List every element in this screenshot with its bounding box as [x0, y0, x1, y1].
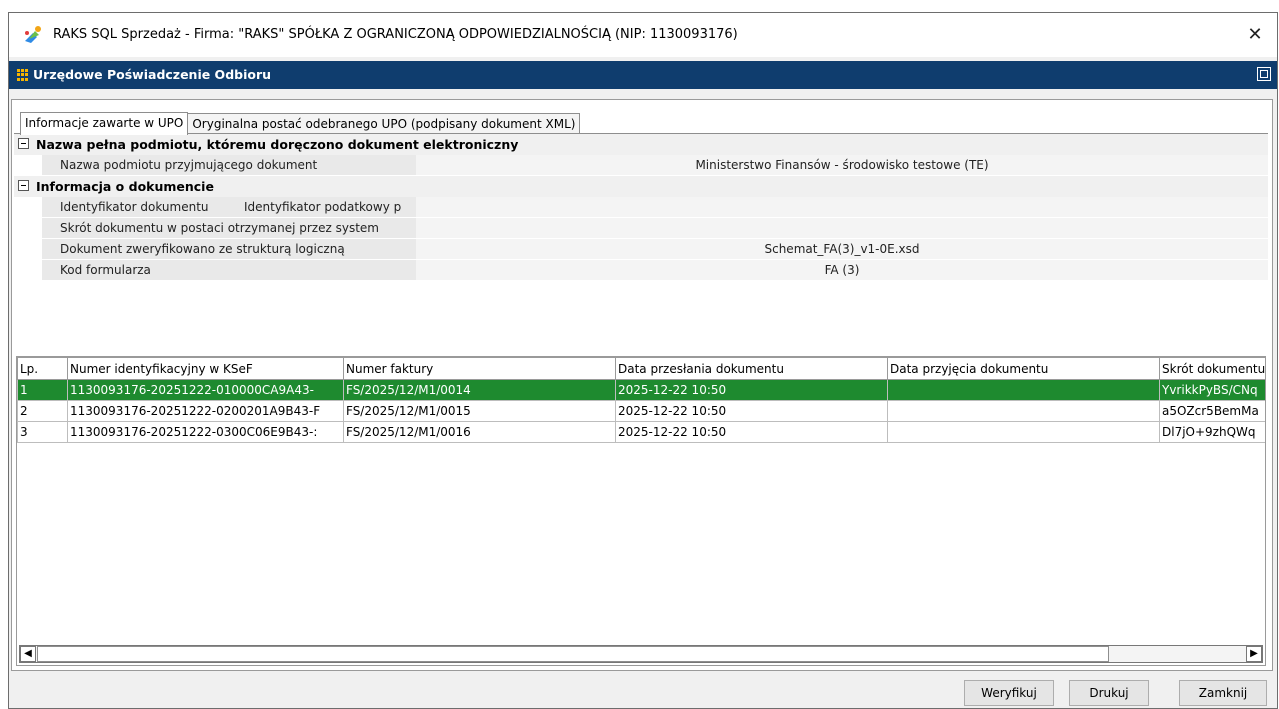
table-cell: 2: [17, 400, 68, 422]
group-title: Informacja o dokumencie: [36, 179, 214, 194]
scroll-right-icon[interactable]: ▶: [1246, 646, 1262, 662]
property-label: Skrót dokumentu w postaci otrzymanej prz…: [42, 218, 416, 238]
form-content: Informacje zawarte w UPO Oryginalna post…: [11, 99, 1273, 671]
property-value: [416, 218, 1268, 238]
table-cell: 1130093176-20251222-0300C06E9B43-:: [67, 421, 344, 443]
table-cell: [887, 379, 1160, 401]
table-cell: a5OZcr5BemMa: [1159, 400, 1265, 422]
property-label: Nazwa podmiotu przyjmującego dokument: [42, 155, 416, 175]
property-value: Schemat_FA(3)_v1-0E.xsd: [416, 239, 1268, 259]
column-header[interactable]: Numer faktury: [343, 357, 616, 380]
button-bar: Weryfikuj Drukuj Zamknij: [9, 672, 1277, 708]
app-window: RAKS SQL Sprzedaż - Firma: "RAKS" SPÓŁKA…: [8, 12, 1278, 709]
group-title: Nazwa pełna podmiotu, któremu doręczono …: [36, 137, 519, 152]
property-label: Dokument zweryfikowano ze strukturą logi…: [42, 239, 416, 259]
print-button[interactable]: Drukuj: [1069, 680, 1149, 706]
table-cell: FS/2025/12/M1/0014: [343, 379, 616, 401]
title-bar: RAKS SQL Sprzedaż - Firma: "RAKS" SPÓŁKA…: [9, 13, 1277, 57]
property-label: Identyfikator dokumentu: [42, 197, 242, 217]
collapse-icon[interactable]: [18, 180, 29, 191]
app-logo-icon: [25, 26, 41, 43]
scroll-left-icon[interactable]: ◀: [20, 646, 36, 662]
column-header[interactable]: Data przyjęcia dokumentu: [887, 357, 1160, 380]
table: Lp. Numer identyfikacyjny w KSeF Numer f…: [17, 357, 1265, 443]
tab-strip: Informacje zawarte w UPO Oryginalna post…: [20, 112, 581, 135]
restore-icon[interactable]: [1257, 67, 1271, 81]
grid-menu-icon[interactable]: [17, 69, 29, 81]
tab-original-xml[interactable]: Oryginalna postać odebranego UPO (podpis…: [188, 113, 581, 134]
group-recipient[interactable]: Nazwa pełna podmiotu, któremu doręczono …: [14, 134, 1268, 155]
table-cell: 2025-12-22 10:50: [615, 379, 888, 401]
table-cell: [887, 400, 1160, 422]
form-title: Urzędowe Poświadczenie Odbioru: [33, 67, 272, 82]
verify-button[interactable]: Weryfikuj: [964, 680, 1054, 706]
table-row[interactable]: 2 1130093176-20251222-0200201A9B43-F FS/…: [17, 400, 1265, 422]
property-grid: Nazwa pełna podmiotu, któremu doręczono …: [14, 134, 1268, 281]
documents-table: Lp. Numer identyfikacyjny w KSeF Numer f…: [16, 356, 1266, 666]
table-cell: FS/2025/12/M1/0015: [343, 400, 616, 422]
scroll-thumb[interactable]: [37, 646, 1109, 662]
property-value: [416, 197, 1268, 217]
property-row: Nazwa podmiotu przyjmującego dokument Mi…: [14, 155, 1268, 176]
tab-body: Nazwa pełna podmiotu, któremu doręczono …: [14, 133, 1268, 672]
window-title: RAKS SQL Sprzedaż - Firma: "RAKS" SPÓŁKA…: [53, 27, 738, 42]
column-header[interactable]: Lp.: [17, 357, 68, 380]
table-cell: 1130093176-20251222-010000CA9A43-: [67, 379, 344, 401]
table-row[interactable]: 1 1130093176-20251222-010000CA9A43- FS/2…: [17, 379, 1265, 401]
property-row: Dokument zweryfikowano ze strukturą logi…: [14, 239, 1268, 260]
property-label: Kod formularza: [42, 260, 416, 280]
table-row[interactable]: 3 1130093176-20251222-0300C06E9B43-: FS/…: [17, 421, 1265, 443]
property-value: Ministerstwo Finansów - środowisko testo…: [416, 155, 1268, 175]
property-value: FA (3): [416, 260, 1268, 280]
table-header-row: Lp. Numer identyfikacyjny w KSeF Numer f…: [17, 357, 1265, 380]
table-cell: 2025-12-22 10:50: [615, 421, 888, 443]
table-cell: 2025-12-22 10:50: [615, 400, 888, 422]
property-row: Skrót dokumentu w postaci otrzymanej prz…: [14, 218, 1268, 239]
table-cell: 1: [17, 379, 68, 401]
property-sublabel: Identyfikator podatkowy p: [242, 197, 416, 217]
form-header: Urzędowe Poświadczenie Odbioru: [9, 61, 1277, 89]
property-row: Kod formularza FA (3): [14, 260, 1268, 281]
group-document-info[interactable]: Informacja o dokumencie: [14, 176, 1268, 197]
close-window-icon[interactable]: ✕: [1239, 19, 1271, 51]
close-button[interactable]: Zamknij: [1179, 680, 1267, 706]
horizontal-scrollbar[interactable]: ◀ ▶: [19, 645, 1263, 663]
column-header[interactable]: Data przesłania dokumentu: [615, 357, 888, 380]
table-cell: FS/2025/12/M1/0016: [343, 421, 616, 443]
column-header[interactable]: Numer identyfikacyjny w KSeF: [67, 357, 344, 380]
column-header[interactable]: Skrót dokumentu: [1159, 357, 1265, 380]
table-cell: 1130093176-20251222-0200201A9B43-F: [67, 400, 344, 422]
table-cell: Dl7jO+9zhQWq: [1159, 421, 1265, 443]
table-cell: 3: [17, 421, 68, 443]
table-cell: [887, 421, 1160, 443]
property-row: Identyfikator dokumentu Identyfikator po…: [14, 197, 1268, 218]
tab-upo-info[interactable]: Informacje zawarte w UPO: [20, 112, 189, 135]
table-cell: YvrikkPyBS/CNq: [1159, 379, 1265, 401]
collapse-icon[interactable]: [18, 138, 29, 149]
